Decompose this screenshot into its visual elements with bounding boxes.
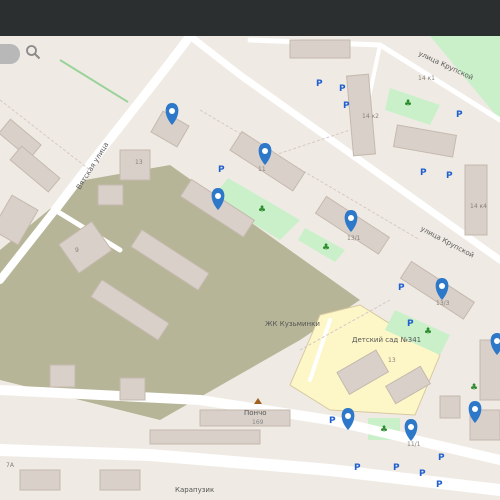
svg-text:9: 9 xyxy=(75,247,79,254)
svg-text:♣: ♣ xyxy=(380,425,388,435)
svg-text:11: 11 xyxy=(258,166,266,173)
area-label-cafe-number: 169 xyxy=(252,419,264,426)
area-label-cafe: Пончо xyxy=(244,409,267,417)
svg-text:P: P xyxy=(407,319,414,329)
map-pin-dot xyxy=(262,148,268,154)
svg-text:14 к4: 14 к4 xyxy=(470,203,487,210)
svg-text:P: P xyxy=(218,165,225,175)
svg-text:13: 13 xyxy=(135,159,143,166)
svg-text:P: P xyxy=(436,480,443,490)
svg-text:P: P xyxy=(420,168,427,178)
map-pin-dot xyxy=(348,215,354,221)
map-svg: P P P P P P P P P P P P P P P Вятская ул… xyxy=(0,36,500,500)
svg-text:♣: ♣ xyxy=(322,243,330,253)
svg-text:P: P xyxy=(339,84,346,94)
svg-text:14 к1: 14 к1 xyxy=(418,75,435,82)
svg-text:P: P xyxy=(329,416,336,426)
svg-text:14 к2: 14 к2 xyxy=(362,113,379,120)
search-icon[interactable] xyxy=(25,44,41,60)
svg-text:♣: ♣ xyxy=(258,205,266,215)
svg-text:P: P xyxy=(354,463,361,473)
svg-text:P: P xyxy=(398,283,405,293)
map-canvas[interactable]: P P P P P P P P P P P P P P P Вятская ул… xyxy=(0,36,500,500)
area-label-complex: ЖК Кузьминки xyxy=(265,320,320,328)
svg-text:P: P xyxy=(456,110,463,120)
svg-text:13/3: 13/3 xyxy=(436,300,450,307)
svg-text:13/1: 13/1 xyxy=(347,235,361,242)
svg-text:P: P xyxy=(316,79,323,89)
area-label-shop: Карапузик xyxy=(175,486,214,494)
area-label-kindergarten: Детский сад №341 xyxy=(352,336,421,344)
map-pin-dot xyxy=(439,283,445,289)
svg-text:11/1: 11/1 xyxy=(407,441,421,448)
map-pin-dot xyxy=(472,406,478,412)
map-pin-dot xyxy=(215,193,221,199)
svg-text:♣: ♣ xyxy=(470,383,478,393)
map-pin-dot xyxy=(169,108,175,114)
search-toggle[interactable] xyxy=(0,44,20,64)
svg-text:13: 13 xyxy=(388,357,396,364)
svg-text:♣: ♣ xyxy=(424,327,432,337)
svg-text:7А: 7А xyxy=(6,462,15,469)
svg-text:P: P xyxy=(438,453,445,463)
svg-text:P: P xyxy=(446,171,453,181)
map-pin-dot xyxy=(494,338,500,344)
svg-text:♣: ♣ xyxy=(404,99,412,109)
top-toolbar xyxy=(0,0,500,36)
svg-text:P: P xyxy=(419,469,426,479)
svg-text:P: P xyxy=(393,463,400,473)
svg-text:P: P xyxy=(343,101,350,111)
map-pin-dot xyxy=(408,424,414,430)
map-pin-dot xyxy=(345,413,351,419)
